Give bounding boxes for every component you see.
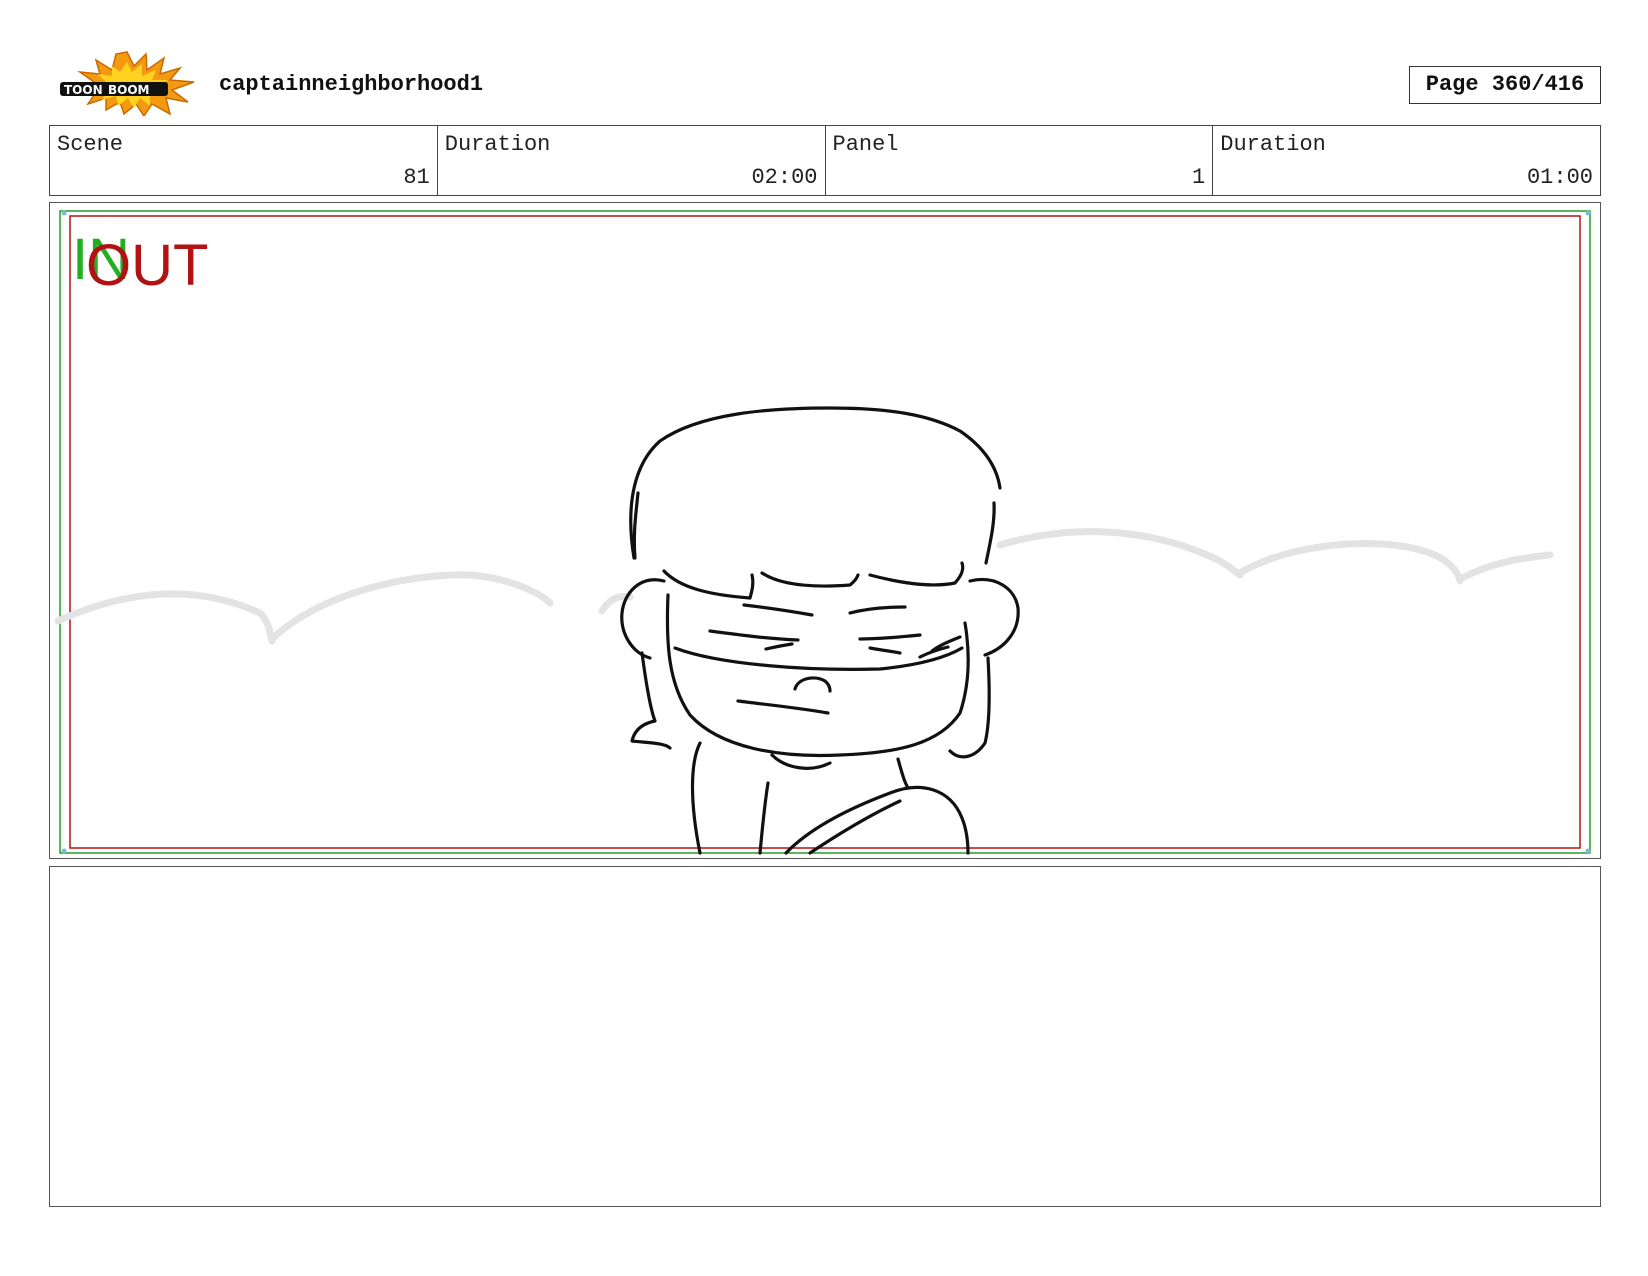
character-sketch (620, 406, 1020, 855)
logo-text-toon: TOON (64, 83, 103, 97)
scene-cell: Scene 81 (50, 126, 437, 195)
panel-drawing (54, 210, 1591, 855)
panel-duration-cell: Duration 01:00 (1212, 126, 1600, 195)
scene-duration-label: Duration (444, 132, 551, 157)
logo-text-boom: BOOM (108, 83, 150, 97)
panel-cell: Panel 1 (824, 126, 1213, 195)
panel-value: 1 (1192, 165, 1206, 190)
storyboard-panel: IN OUT (49, 202, 1601, 859)
scene-value: 81 (403, 165, 430, 190)
scene-label: Scene (57, 132, 124, 157)
panel-label: Panel (832, 132, 899, 157)
panel-duration-label: Duration (1220, 132, 1326, 157)
safe-frame-red (69, 215, 1581, 849)
toon-boom-logo-graphic: TOON BOOM (60, 51, 195, 118)
toon-boom-logo: TOON BOOM (54, 50, 200, 118)
panel-duration-value: 01:00 (1526, 165, 1593, 190)
project-title: captainneighborhood1 (219, 72, 484, 97)
out-marker: OUT (86, 233, 209, 298)
page-indicator: Page 360/416 (1409, 66, 1601, 104)
panel-notes-box[interactable] (49, 866, 1601, 1207)
scene-duration-value: 02:00 (751, 165, 818, 190)
scene-duration-cell: Duration 02:00 (436, 126, 825, 195)
scene-info-table: Scene 81 Duration 02:00 Panel 1 Duration… (49, 125, 1601, 196)
